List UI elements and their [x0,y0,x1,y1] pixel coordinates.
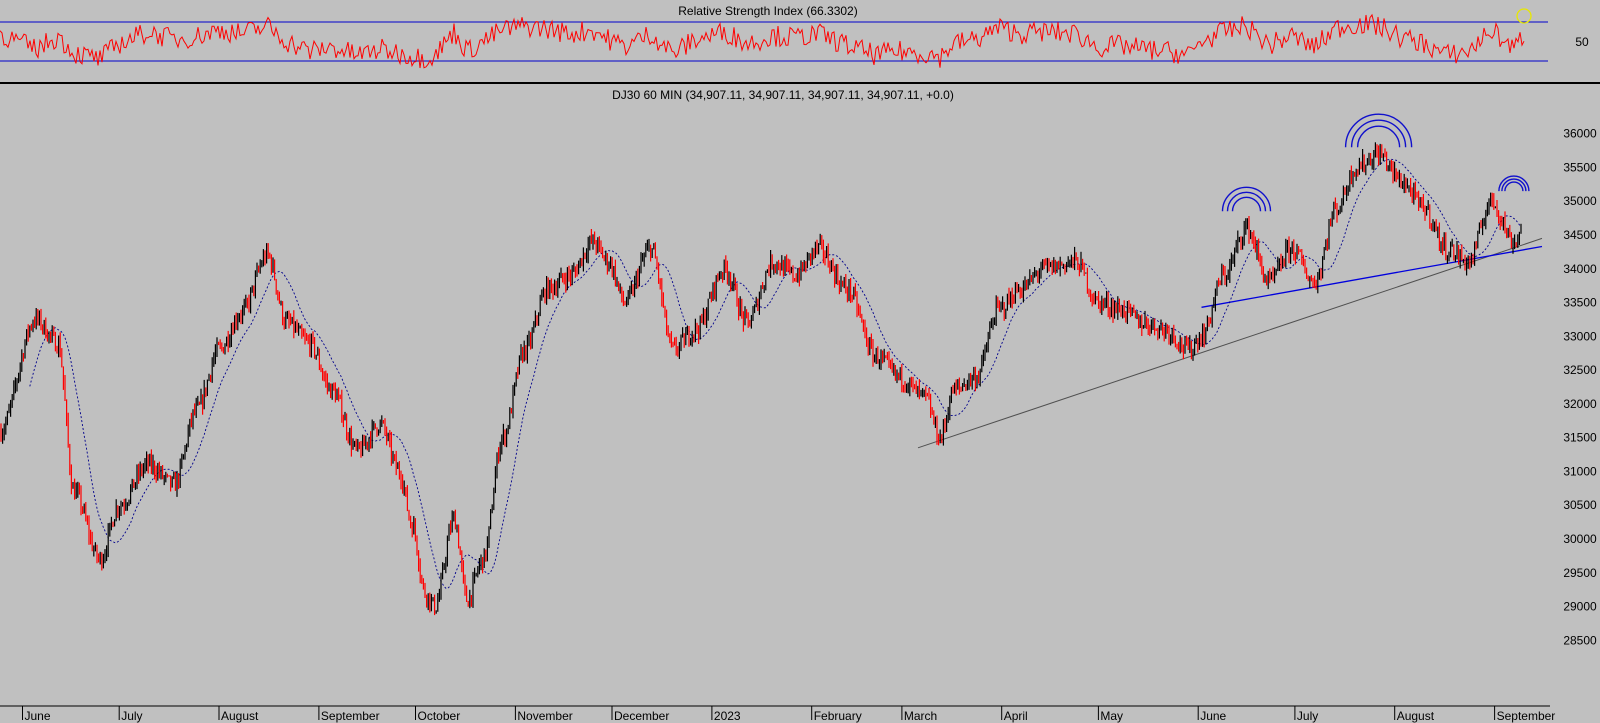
price-axis-tick: 29500 [1563,566,1597,580]
x-axis-label: May [1100,709,1123,723]
rsi-tick-label: 50 [1575,35,1589,49]
price-axis-tick: 33500 [1563,296,1597,310]
x-axis-label: July [121,709,142,723]
price-bar-layer [0,142,1522,616]
price-axis-tick: 35000 [1563,194,1597,208]
x-axis-label: June [25,709,51,723]
price-axis-tick: 30500 [1563,498,1597,512]
x-axis-label: April [1004,709,1028,723]
x-axis-label: November [517,709,572,723]
x-axis-label: 2023 [714,709,741,723]
price-axis-tick: 35500 [1563,160,1597,174]
x-axis-label: August [221,709,259,723]
price-axis-tick: 32000 [1563,397,1597,411]
arc-marker [1504,181,1524,192]
price-axis-tick: 34000 [1563,262,1597,276]
price-axis-tick: 29000 [1563,600,1597,614]
arc-marker [1221,186,1272,212]
x-axis-label: June [1200,709,1226,723]
arc-marker [1356,125,1401,148]
price-axis-tick: 32500 [1563,363,1597,377]
arc-marker [1350,119,1407,148]
x-axis-label: September [321,709,380,723]
x-axis-label: February [814,709,862,723]
price-axis-tick: 28500 [1563,633,1597,647]
arc-marker [1231,196,1262,212]
x-axis-label: July [1297,709,1318,723]
price-axis-tick: 31000 [1563,465,1597,479]
blue-trendline [1201,245,1543,308]
arc-marker-layer [1221,113,1530,212]
x-axis-label: September [1497,709,1556,723]
price-axis-ticks: 36000 35500 35000 34500 34000 33500 33000 32500… [1563,127,1597,648]
price-axis-tick: 34500 [1563,228,1597,242]
x-axis-label: December [614,709,669,723]
moving-average-layer [29,158,1522,590]
x-axis-label: August [1397,709,1435,723]
arc-marker [1498,175,1530,192]
price-axis-tick: 30000 [1563,532,1597,546]
price-title: DJ30 60 MIN (34,907.11, 34,907.11, 34,90… [612,88,954,102]
price-axis-tick: 36000 [1563,127,1597,141]
price-axis-tick: 31500 [1563,431,1597,445]
x-axis-label: October [418,709,461,723]
dj30-rsi-chart: Relative Strength Index (66.3302) 50 DJ3… [0,0,1600,723]
rsi-title: Relative Strength Index (66.3302) [678,4,857,18]
x-axis-label: March [904,709,937,723]
moving-average-line [29,158,1522,590]
arc-marker [1344,113,1413,148]
price-axis-tick: 33000 [1563,329,1597,343]
